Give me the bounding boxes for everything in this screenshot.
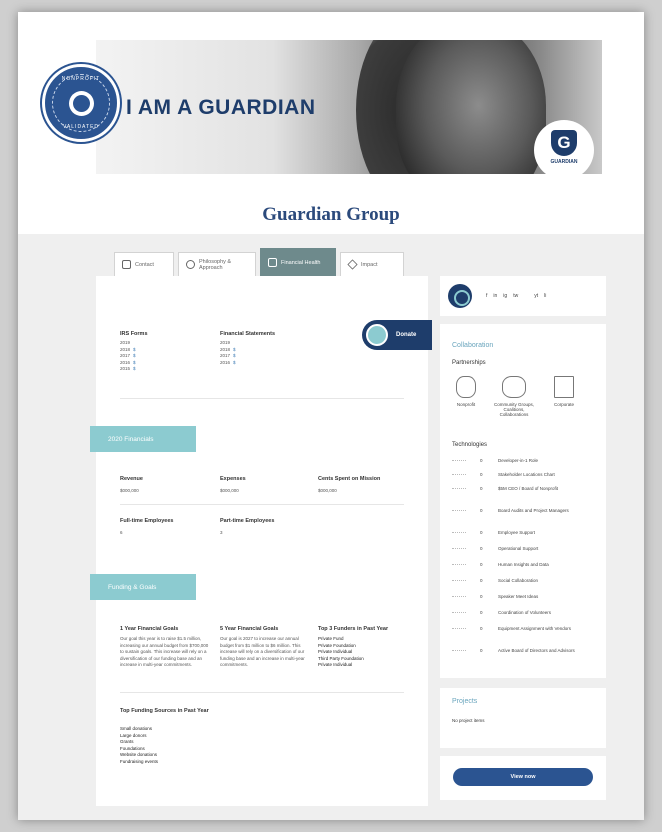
tab-label: Philosophy & Approach [199,258,232,271]
parttime-label: Part-time Employees [220,518,275,524]
five-year-goals-label: 5 Year Financial Goals [220,626,279,632]
youtube-icon[interactable]: yt [534,293,538,299]
financial-statements-list: 2019 2018 $ 2017 $ 2016 $ [220,340,236,366]
donate-icon [366,324,388,346]
page-title: Guardian Group [262,204,400,225]
source-item: Fundraising events [120,758,159,764]
tech-row[interactable]: 0 Board Audits and Project Managers [452,508,598,518]
tab-label: Financial Health [281,259,321,266]
impact-icon [347,259,358,270]
twitter-icon[interactable]: tw [513,293,518,299]
funding-sources-label: Top Funding Sources in Past Year [120,708,209,714]
tech-row[interactable]: 0 Equipment Assignment with Vendors [452,626,598,636]
org-avatar [448,284,472,308]
partner-label: Corporate [553,402,574,407]
projects-empty-text: No project items [452,718,485,723]
badge-bottom-text: VALIDATED [62,124,100,130]
statement-row[interactable]: 2016 $ [220,360,236,367]
tech-row[interactable]: 0 Operational Support [452,546,598,556]
donate-label: Donate [396,332,417,338]
tab-impact[interactable]: Impact [340,252,404,276]
hero-banner: I AM A GUARDIAN G GUARDIAN [96,40,602,174]
one-year-goals-text: Our goal this year is to raise $1.5 mill… [120,636,209,667]
revenue-value: $000,000 [120,488,139,493]
validated-badge: NONPROFIT VALIDATED [42,64,120,142]
source-item: Website donations [120,752,157,757]
tech-row[interactable]: 0 $5M CEO / Board of Nonprofit [452,486,598,496]
partnerships-label: Partnerships [452,360,486,366]
projects-title: Projects [452,698,478,705]
funding-sources-list: Small donations Large donors Grants Foun… [120,726,158,765]
technologies-label: Technologies [452,442,488,448]
tech-row[interactable]: 0 Coordination of Volunteers [452,610,598,620]
expenses-value: $000,000 [220,488,239,493]
tech-row[interactable]: 0 Human Insights and Data [452,562,598,572]
projects-card: Projects No project items [440,688,606,748]
view-card: View now [440,756,606,800]
irs-row[interactable]: 2015 $ [120,366,136,373]
hero-title: I AM A GUARDIAN [126,96,316,119]
tech-row[interactable]: 0 Active Board of Directors and Advisors [452,648,598,658]
tab-label: Impact [361,261,378,268]
tab-philosophy[interactable]: Philosophy & Approach [178,252,256,276]
nonprofit-icon [456,376,476,398]
irs-forms-list: 2019 2018 $ 2017 $ 2016 $ 2015 $ [120,340,136,373]
globe-icon [69,91,94,116]
donate-button[interactable]: Donate [362,320,432,350]
guardian-logo: G GUARDIAN [534,120,594,174]
collaboration-card: Collaboration Partnerships Nonprofit Com… [440,324,606,678]
cents-on-mission-value: $000,000 [318,488,337,493]
fulltime-label: Full-time Employees [120,518,174,524]
tech-row[interactable]: 0 Stakeholder Locations Chart [452,472,598,482]
revenue-label: Revenue [120,476,143,482]
divider [120,692,404,693]
logo-text: GUARDIAN [550,159,578,165]
shield-icon: G [551,130,577,156]
fulltime-value: 6 [120,530,123,535]
community-icon [502,376,526,398]
parttime-value: 3 [220,530,223,535]
financial-panel: Donate IRS Forms 2019 2018 $ 2017 $ 2016 $ … [90,276,432,806]
tech-row[interactable]: 0 Social Collaboration [452,578,598,588]
view-now-button[interactable]: View now [453,768,593,786]
tab-label: Contact [135,261,154,268]
tech-row[interactable]: 0 Speaker Meet Ideas [452,594,598,604]
corporate-icon [554,376,574,398]
divider [120,504,404,505]
divider [120,398,404,399]
tech-row[interactable]: 0 Developer-in-1 Role [452,458,598,468]
tab-contact[interactable]: Contact [114,252,174,276]
hero-photo [396,40,546,174]
contact-icon [122,260,131,269]
link-icon[interactable]: li [544,293,546,299]
cents-on-mission-label: Cents Spent on Mission [318,476,381,482]
expenses-label: Expenses [220,476,246,482]
linkedin-icon[interactable]: in [493,293,497,299]
section-financials-tag: 2020 Financials [90,426,196,452]
top-funders-list: Private Fund Private Foundation Private … [318,636,364,669]
social-bar: f in ig tw yt li [440,276,606,316]
five-year-goals-text: Our goal is 2027 to increase our annual … [220,636,305,667]
partner-label: Community Groups, Coalitions, Collaborat… [493,402,534,417]
top-funders-label: Top 3 Funders in Past Year [318,626,389,632]
section-funding-tag: Funding & Goals [90,574,196,600]
badge-top-text: NONPROFIT [61,76,101,82]
partner-label: Nonprofit [456,402,476,407]
page-frame: I AM A GUARDIAN G GUARDIAN NONPROFIT VAL… [18,12,644,820]
collaboration-title: Collaboration [452,342,494,349]
one-year-goals-label: 1 Year Financial Goals [120,626,179,632]
facebook-icon[interactable]: f [486,293,487,299]
instagram-icon[interactable]: ig [503,293,507,299]
funder-item: Private Individual [318,662,353,667]
tab-financial-health[interactable]: Financial Health [260,248,336,276]
irs-forms-label: IRS Forms [120,331,148,337]
philosophy-icon [186,260,195,269]
tech-row[interactable]: 0 Employee Support [452,530,598,540]
financial-statements-label: Financial Statements [220,331,276,337]
financial-icon [268,258,277,267]
